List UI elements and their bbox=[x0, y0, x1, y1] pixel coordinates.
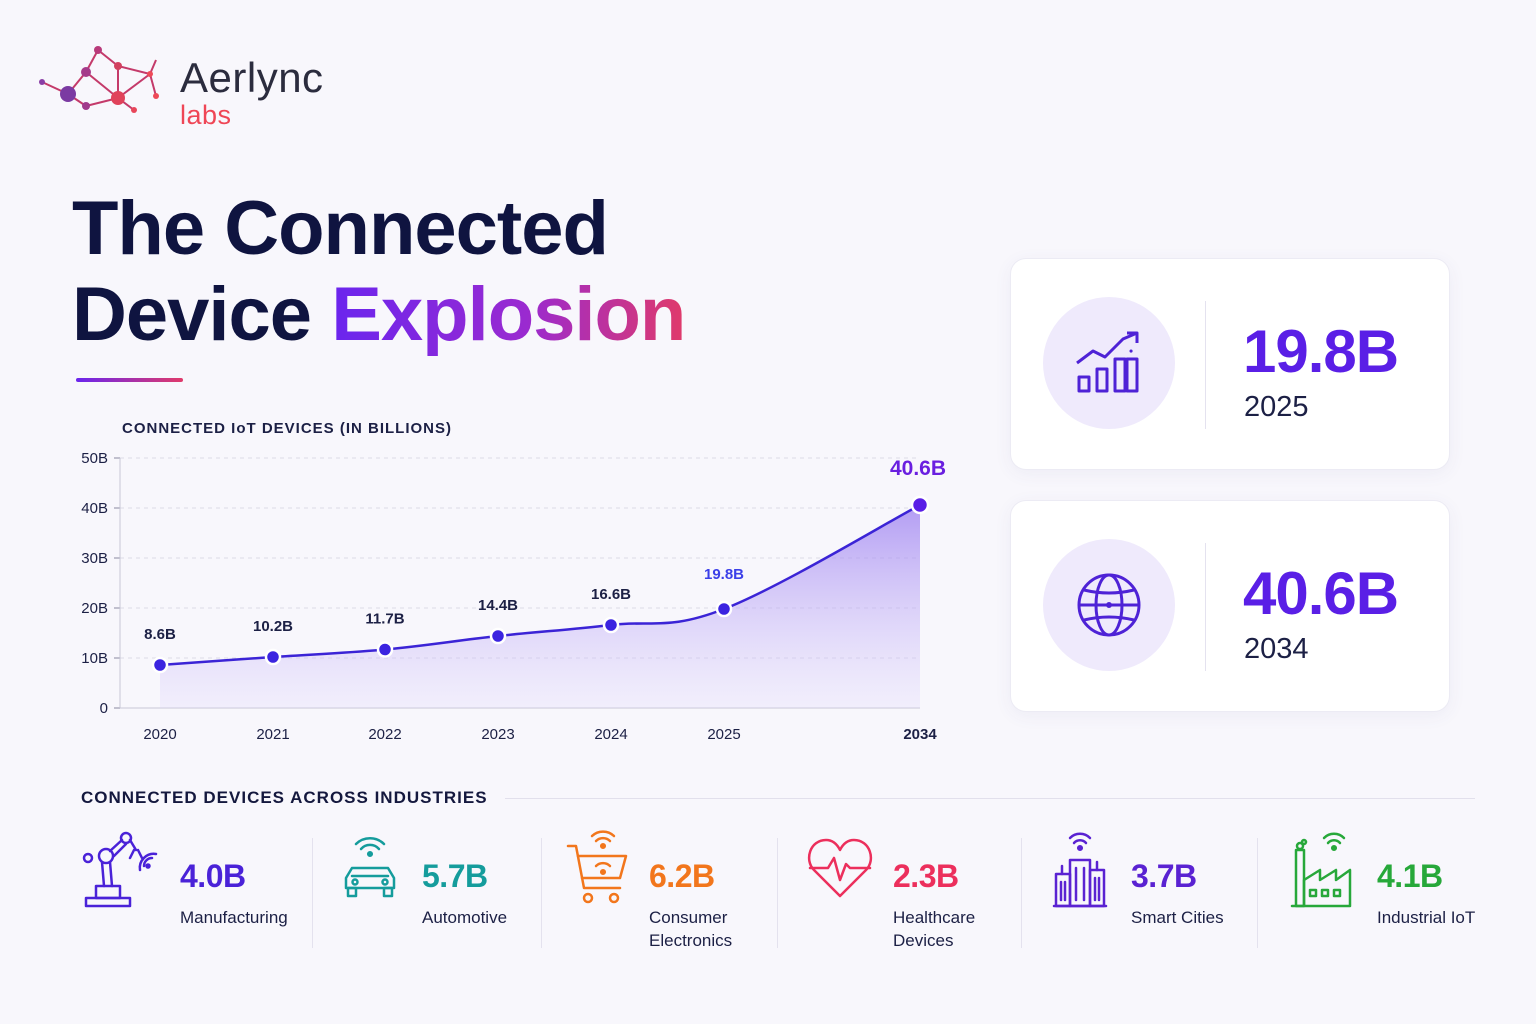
data-point bbox=[910, 495, 930, 515]
growth-chart-icon bbox=[1076, 331, 1139, 393]
industry-value: 5.7B bbox=[422, 858, 488, 894]
industry-value: 6.2B bbox=[649, 858, 715, 894]
data-label: 11.7B bbox=[365, 611, 404, 628]
data-label: 19.8B bbox=[704, 566, 744, 583]
industry-separator bbox=[541, 838, 542, 948]
network-logo-icon bbox=[39, 46, 159, 113]
data-label: 16.6B bbox=[591, 586, 631, 603]
industry-label: Industrial IoT bbox=[1377, 908, 1476, 927]
y-tick-label: 20B bbox=[81, 600, 108, 617]
industry-separator bbox=[312, 838, 313, 948]
industry-label: Manufacturing bbox=[180, 908, 288, 927]
data-point bbox=[715, 600, 733, 618]
brand-name: Aerlync bbox=[180, 54, 324, 101]
data-label: 40.6B bbox=[890, 457, 946, 480]
industry-consumer-electronics: 6.2B Consumer Electronics bbox=[566, 826, 766, 956]
industry-healthcare: 2.3B Healthcare Devices bbox=[806, 826, 1006, 956]
industry-industrial-iot: 4.1B Industrial IoT bbox=[1288, 826, 1488, 956]
factory-icon bbox=[1290, 832, 1352, 908]
industry-value: 3.7B bbox=[1131, 858, 1197, 894]
industry-separator bbox=[777, 838, 778, 948]
stat-value: 40.6B bbox=[1243, 560, 1399, 627]
x-tick-label: 2022 bbox=[368, 726, 401, 743]
heartbeat-icon bbox=[807, 838, 873, 898]
industry-automotive: 5.7B Automotive bbox=[340, 826, 530, 956]
chart-title: CONNECTED IoT DEVICES (IN BILLIONS) bbox=[122, 420, 453, 437]
industry-value: 4.1B bbox=[1377, 858, 1443, 894]
industry-manufacturing: 4.0B Manufacturing bbox=[82, 826, 302, 956]
brand-logo: Aerlync labs bbox=[38, 42, 358, 132]
stat-icon-circle bbox=[1043, 297, 1175, 429]
y-tick-label: 50B bbox=[81, 450, 108, 467]
x-tick-label: 2021 bbox=[256, 726, 289, 743]
y-tick-label: 10B bbox=[81, 650, 108, 667]
x-tick-label: 2023 bbox=[481, 726, 514, 743]
x-tick-label: 2024 bbox=[594, 726, 627, 743]
data-point bbox=[151, 656, 169, 674]
brand-sub: labs bbox=[180, 100, 232, 130]
stat-divider bbox=[1205, 543, 1206, 671]
stat-year: 2025 bbox=[1244, 391, 1309, 423]
x-tick-label: 2020 bbox=[143, 726, 176, 743]
robot-arm-icon bbox=[82, 831, 158, 908]
stat-card-2034: 40.6B 2034 bbox=[1010, 500, 1450, 712]
industry-label: Consumer Electronics bbox=[649, 908, 733, 950]
title-plain-word: Device bbox=[72, 272, 312, 357]
city-buildings-icon bbox=[1052, 832, 1108, 908]
iot-devices-chart: 0 10B 20B 30B 40B 50B 2020 8.6B 2021 10.2B 2022 11.… bbox=[81, 450, 946, 743]
industry-label: Healthcare Devices bbox=[893, 908, 976, 950]
stat-year: 2034 bbox=[1244, 633, 1309, 665]
data-point bbox=[602, 616, 620, 634]
page-title: The Connected Device Explosion bbox=[72, 186, 686, 358]
data-label: 14.4B bbox=[478, 597, 518, 614]
industry-label: Smart Cities bbox=[1131, 908, 1224, 927]
y-tick-label: 30B bbox=[81, 550, 108, 567]
y-tick-label: 0 bbox=[100, 700, 108, 717]
connected-car-icon bbox=[344, 837, 396, 898]
industry-separator bbox=[1021, 838, 1022, 948]
x-tick-label: 2025 bbox=[707, 726, 740, 743]
globe-icon bbox=[1077, 573, 1141, 637]
stat-card-2025: 19.8B 2025 bbox=[1010, 258, 1450, 470]
title-underline bbox=[76, 378, 183, 382]
industry-separator bbox=[1257, 838, 1258, 948]
industry-label: Automotive bbox=[422, 908, 508, 927]
x-tick-label: 2034 bbox=[903, 726, 937, 743]
stat-divider bbox=[1205, 301, 1206, 429]
area-fill bbox=[160, 505, 920, 708]
data-point bbox=[376, 641, 394, 658]
stat-icon-circle bbox=[1043, 539, 1175, 671]
stat-value: 19.8B bbox=[1243, 318, 1399, 385]
industry-value: 2.3B bbox=[893, 858, 959, 894]
shopping-cart-icon bbox=[566, 830, 628, 904]
y-tick-label: 40B bbox=[81, 500, 108, 517]
data-label: 10.2B bbox=[253, 618, 293, 635]
industry-smart-cities: 3.7B Smart Cities bbox=[1052, 826, 1242, 956]
title-line-1: The Connected bbox=[72, 186, 609, 271]
industries-rule bbox=[505, 798, 1475, 799]
industries-title: CONNECTED DEVICES ACROSS INDUSTRIES bbox=[81, 788, 488, 807]
title-accent-word: Explosion bbox=[331, 272, 686, 357]
data-point bbox=[489, 627, 507, 645]
data-label: 8.6B bbox=[144, 626, 176, 643]
data-point bbox=[264, 648, 282, 666]
title-line-2: Device Explosion bbox=[72, 272, 686, 358]
industry-value: 4.0B bbox=[180, 858, 246, 894]
